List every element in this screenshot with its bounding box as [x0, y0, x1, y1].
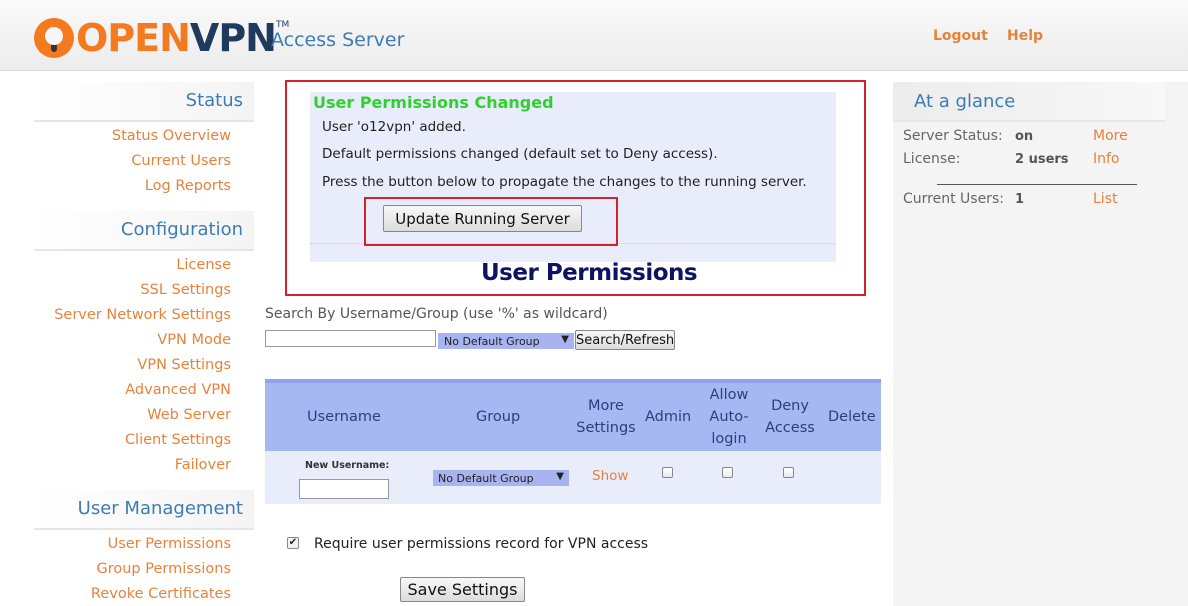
- new-user-group-select-value: No Default Group: [438, 472, 534, 485]
- user-management-heading-text: User Management: [77, 498, 243, 519]
- page-title: User Permissions: [481, 260, 698, 286]
- sidebar-item-advanced-vpn[interactable]: Advanced VPN: [125, 382, 231, 398]
- sidebar-item-failover[interactable]: Failover: [175, 457, 231, 473]
- new-username-input[interactable]: [299, 479, 389, 499]
- keyhole-logo-icon: [34, 18, 74, 58]
- column-header-deny-line1: Deny: [771, 398, 809, 414]
- current-users-label: Current Users:: [903, 191, 1004, 207]
- column-header-group: Group: [476, 409, 521, 425]
- require-permissions-label: Require user permissions record for VPN …: [314, 536, 649, 552]
- highlight-box-update-button: [364, 197, 618, 246]
- current-users-list-link[interactable]: List: [1093, 191, 1117, 207]
- show-more-settings-link[interactable]: Show: [592, 468, 628, 484]
- search-group-select[interactable]: No Default Group ▼: [438, 333, 574, 349]
- search-label: Search By Username/Group (use '%' as wil…: [265, 306, 608, 322]
- sidebar-item-web-server[interactable]: Web Server: [147, 407, 231, 423]
- sidebar-item-vpn-mode[interactable]: VPN Mode: [157, 332, 231, 348]
- require-permissions-checkbox[interactable]: ✔: [287, 537, 299, 549]
- license-info-link[interactable]: Info: [1093, 151, 1120, 167]
- license-label: License:: [903, 151, 961, 167]
- sidebar-item-group-permissions[interactable]: Group Permissions: [96, 561, 231, 577]
- sidebar-item-ssl-settings[interactable]: SSL Settings: [140, 282, 231, 298]
- sidebar-item-current-users[interactable]: Current Users: [131, 153, 231, 169]
- column-header-deny-line2: Access: [765, 420, 815, 436]
- status-section-heading: Status: [34, 82, 254, 122]
- column-header-more-line1: More: [588, 398, 624, 414]
- sidebar-item-server-network-settings[interactable]: Server Network Settings: [54, 307, 231, 323]
- logo-text-vpn: VPN: [189, 16, 277, 60]
- sidebar-item-license[interactable]: License: [176, 257, 231, 273]
- logout-link[interactable]: Logout: [933, 28, 988, 44]
- server-status-label: Server Status:: [903, 128, 1003, 144]
- column-header-delete: Delete: [828, 409, 876, 425]
- user-management-section-heading: User Management: [34, 490, 254, 530]
- column-header-more-settings: More Settings: [575, 395, 637, 439]
- server-status-value: on: [1015, 129, 1034, 144]
- glance-divider: [937, 184, 1137, 185]
- new-username-label: New Username:: [305, 460, 390, 471]
- column-header-allow-line1: Allow: [709, 387, 749, 403]
- sidebar-item-log-reports[interactable]: Log Reports: [145, 178, 231, 194]
- dropdown-arrow-icon: ▼: [556, 471, 564, 482]
- deny-access-checkbox[interactable]: [783, 467, 794, 478]
- column-header-deny-access: Deny Access: [764, 395, 816, 439]
- current-users-value: 1: [1015, 192, 1025, 207]
- dropdown-arrow-icon: ▼: [561, 334, 569, 345]
- column-header-allow-autologin: Allow Auto- login: [704, 384, 754, 450]
- column-header-allow-line2: Auto-: [709, 409, 749, 425]
- sidebar-item-vpn-settings[interactable]: VPN Settings: [137, 357, 231, 373]
- server-status-more-link[interactable]: More: [1093, 128, 1128, 144]
- status-heading-text: Status: [185, 90, 243, 111]
- at-a-glance-heading-text: At a glance: [914, 91, 1016, 112]
- logo-text-open: OPEN: [76, 16, 191, 60]
- save-settings-button[interactable]: Save Settings: [400, 577, 525, 602]
- configuration-heading-text: Configuration: [120, 219, 243, 240]
- column-header-username: Username: [307, 409, 381, 425]
- sidebar-item-revoke-certificates[interactable]: Revoke Certificates: [91, 586, 231, 602]
- configuration-section-heading: Configuration: [34, 211, 254, 251]
- help-link[interactable]: Help: [1007, 28, 1043, 44]
- search-input[interactable]: [265, 330, 436, 347]
- sidebar-item-user-permissions[interactable]: User Permissions: [108, 536, 231, 552]
- search-group-select-value: No Default Group: [444, 335, 540, 348]
- checkmark-icon: ✔: [288, 537, 298, 548]
- column-header-more-line2: Settings: [576, 420, 636, 436]
- openvpn-logo[interactable]: OPEN VPN TM: [34, 18, 289, 58]
- license-value: 2 users: [1015, 152, 1069, 167]
- sidebar-item-client-settings[interactable]: Client Settings: [125, 432, 231, 448]
- new-user-group-select[interactable]: No Default Group ▼: [433, 470, 569, 486]
- column-header-admin: Admin: [645, 409, 692, 425]
- allow-autologin-checkbox[interactable]: [722, 467, 733, 478]
- column-header-allow-line3: login: [711, 431, 747, 447]
- at-a-glance-heading: At a glance: [893, 82, 1165, 122]
- sidebar-item-status-overview[interactable]: Status Overview: [112, 128, 231, 144]
- search-refresh-button[interactable]: Search/Refresh: [575, 330, 675, 350]
- product-name: Access Server: [271, 29, 405, 51]
- admin-checkbox[interactable]: [662, 467, 673, 478]
